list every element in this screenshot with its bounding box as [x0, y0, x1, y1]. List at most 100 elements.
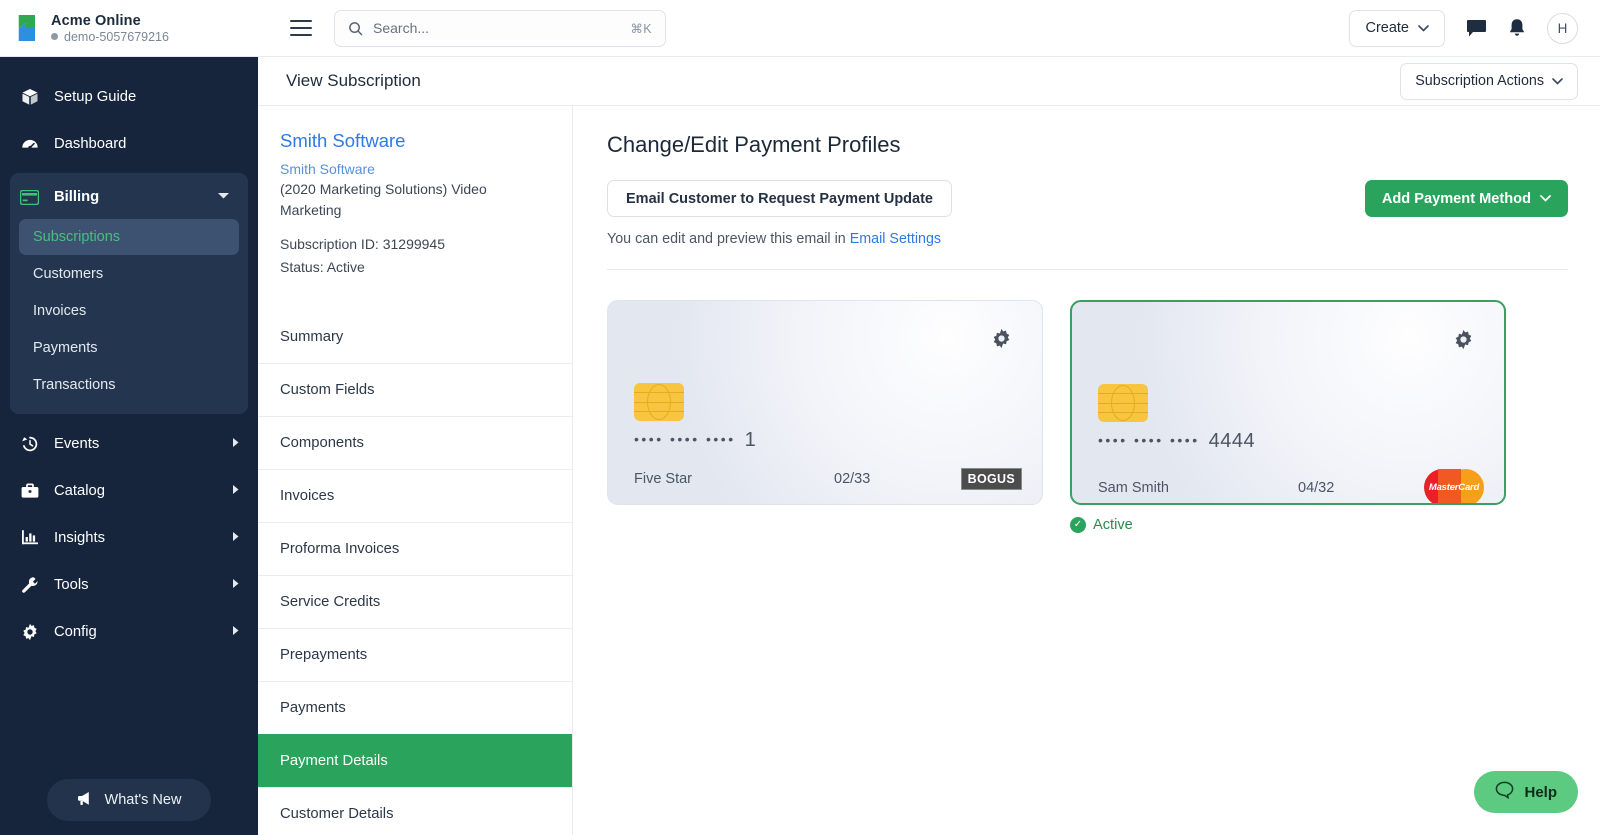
sidebar-item-config[interactable]: Config — [0, 608, 258, 655]
briefcase-icon — [20, 483, 39, 499]
card-status-label: Active — [1093, 517, 1133, 533]
brand[interactable]: Acme Online demo-5057679216 — [14, 13, 262, 44]
create-button[interactable]: Create — [1349, 10, 1445, 47]
whats-new-label: What's New — [105, 792, 182, 808]
nav-row-label: Invoices — [280, 488, 334, 504]
bogus-brand-badge: BOGUS — [961, 468, 1022, 490]
subscription-sidebar: Smith Software Smith Software (2020 Mark… — [258, 106, 573, 835]
subscription-nav-list: Summary Custom Fields Components Invoice… — [258, 310, 572, 835]
sidebar-subitem-label: Customers — [33, 266, 103, 282]
search-placeholder: Search... — [373, 20, 620, 36]
help-button[interactable]: Help — [1474, 771, 1578, 813]
check-circle-icon: ✓ — [1070, 517, 1086, 533]
nav-row-label: Payment Details — [280, 753, 388, 769]
subscription-actions-button[interactable]: Subscription Actions — [1400, 63, 1578, 100]
search-shortcut-hint: ⌘K — [630, 21, 652, 36]
body: Setup Guide Dashboard — [0, 57, 1600, 835]
sidebar-subitem-label: Invoices — [33, 303, 86, 319]
notifications-button[interactable] — [1508, 18, 1526, 38]
sidebar-item-customers[interactable]: Customers — [19, 256, 239, 292]
nav-row-payments[interactable]: Payments — [258, 681, 572, 734]
payment-card[interactable]: •••• •••• •••• 4444 Sam Smith 04/32 — [1070, 300, 1506, 505]
nav-row-label: Custom Fields — [280, 382, 375, 398]
messages-button[interactable] — [1466, 19, 1487, 38]
subscription-info: Smith Software Smith Software (2020 Mark… — [258, 106, 572, 278]
nav-row-label: Payments — [280, 700, 346, 716]
customer-title-link[interactable]: Smith Software — [280, 130, 550, 152]
search-icon — [348, 21, 363, 36]
nav-row-components[interactable]: Components — [258, 416, 572, 469]
top-bar-actions: Create H — [1349, 10, 1578, 47]
nav-row-label: Proforma Invoices — [280, 541, 399, 557]
brand-subtitle-text: demo-5057679216 — [64, 30, 169, 44]
box-icon — [20, 88, 39, 106]
card-last-digits: 1 — [745, 429, 757, 452]
sidebar-item-tools[interactable]: Tools — [0, 561, 258, 608]
card-last-digits: 4444 — [1209, 430, 1256, 453]
sidebar-item-subscriptions[interactable]: Subscriptions — [19, 219, 239, 255]
sidebar-item-insights[interactable]: Insights — [0, 514, 258, 561]
whats-new-button[interactable]: What's New — [47, 779, 211, 821]
add-payment-method-label: Add Payment Method — [1382, 191, 1531, 207]
sidebar-item-transactions[interactable]: Transactions — [19, 367, 239, 403]
mastercard-icon: MasterCard — [1424, 469, 1484, 505]
card-settings-gear-icon[interactable] — [991, 328, 1012, 354]
nav-row-payment-details[interactable]: Payment Details — [258, 734, 572, 787]
sidebar-item-dashboard[interactable]: Dashboard — [0, 120, 258, 167]
card-masked-digits: •••• •••• •••• — [1098, 432, 1200, 448]
chevron-down-icon — [1540, 195, 1551, 202]
email-customer-button[interactable]: Email Customer to Request Payment Update — [607, 180, 952, 217]
nav-row-label: Prepayments — [280, 647, 367, 663]
search-input[interactable]: Search... ⌘K — [334, 10, 666, 47]
nav-row-custom-fields[interactable]: Custom Fields — [258, 363, 572, 416]
product-description: (2020 Marketing Solutions) Video Marketi… — [280, 179, 550, 220]
sidebar-item-invoices[interactable]: Invoices — [19, 293, 239, 329]
create-button-label: Create — [1365, 20, 1409, 36]
help-chat-icon — [1495, 781, 1514, 803]
card-expiry: 02/33 — [834, 471, 870, 487]
menu-toggle-icon[interactable] — [290, 20, 312, 36]
sidebar-item-billing[interactable]: Billing — [10, 175, 248, 219]
sidebar-item-label: Catalog — [54, 483, 105, 499]
nav-row-invoices[interactable]: Invoices — [258, 469, 572, 522]
sidebar-item-events[interactable]: Events — [0, 420, 258, 467]
content-header: View Subscription Subscription Actions — [258, 57, 1600, 106]
nav-row-prepayments[interactable]: Prepayments — [258, 628, 572, 681]
avatar-initial: H — [1558, 21, 1568, 36]
nav-row-summary[interactable]: Summary — [258, 310, 572, 363]
sidebar-item-setup-guide[interactable]: Setup Guide — [0, 73, 258, 120]
sidebar-item-label: Billing — [54, 189, 99, 205]
card-status: ✓ Active — [1070, 517, 1506, 533]
page-title: View Subscription — [286, 71, 421, 91]
credit-card-icon — [20, 190, 39, 205]
history-icon — [20, 435, 39, 453]
payment-card[interactable]: •••• •••• •••• 1 Five Star 02/33 BOGUS — [607, 300, 1043, 505]
nav-row-customer-details[interactable]: Customer Details — [258, 787, 572, 835]
nav-row-label: Summary — [280, 329, 343, 345]
top-bar: Acme Online demo-5057679216 Search... ⌘K… — [0, 0, 1600, 57]
avatar[interactable]: H — [1547, 13, 1578, 44]
brand-subtitle: demo-5057679216 — [51, 30, 169, 44]
hint-prefix: You can edit and preview this email in — [607, 231, 846, 247]
add-payment-method-button[interactable]: Add Payment Method — [1365, 180, 1568, 217]
payment-profiles-pane: Change/Edit Payment Profiles Email Custo… — [573, 106, 1600, 835]
email-settings-hint: You can edit and preview this email in E… — [607, 231, 1568, 247]
card-chip-icon — [634, 383, 684, 421]
email-settings-link[interactable]: Email Settings — [850, 231, 941, 247]
mastercard-label: MasterCard — [1424, 469, 1484, 505]
card-chip-icon — [1098, 384, 1148, 422]
subscription-actions-label: Subscription Actions — [1415, 73, 1544, 89]
customer-link[interactable]: Smith Software — [280, 161, 550, 177]
card-settings-gear-icon[interactable] — [1453, 329, 1474, 355]
chevron-right-icon — [232, 578, 240, 591]
chevron-down-icon — [1418, 25, 1429, 32]
subscription-status: Status: Active — [280, 256, 550, 278]
nav-row-proforma-invoices[interactable]: Proforma Invoices — [258, 522, 572, 575]
help-label: Help — [1524, 784, 1557, 801]
card-brand-logo: MasterCard — [1424, 469, 1484, 505]
brand-name: Acme Online — [51, 13, 169, 29]
nav-row-service-credits[interactable]: Service Credits — [258, 575, 572, 628]
nav-row-label: Customer Details — [280, 806, 393, 822]
sidebar-item-payments[interactable]: Payments — [19, 330, 239, 366]
sidebar-item-catalog[interactable]: Catalog — [0, 467, 258, 514]
